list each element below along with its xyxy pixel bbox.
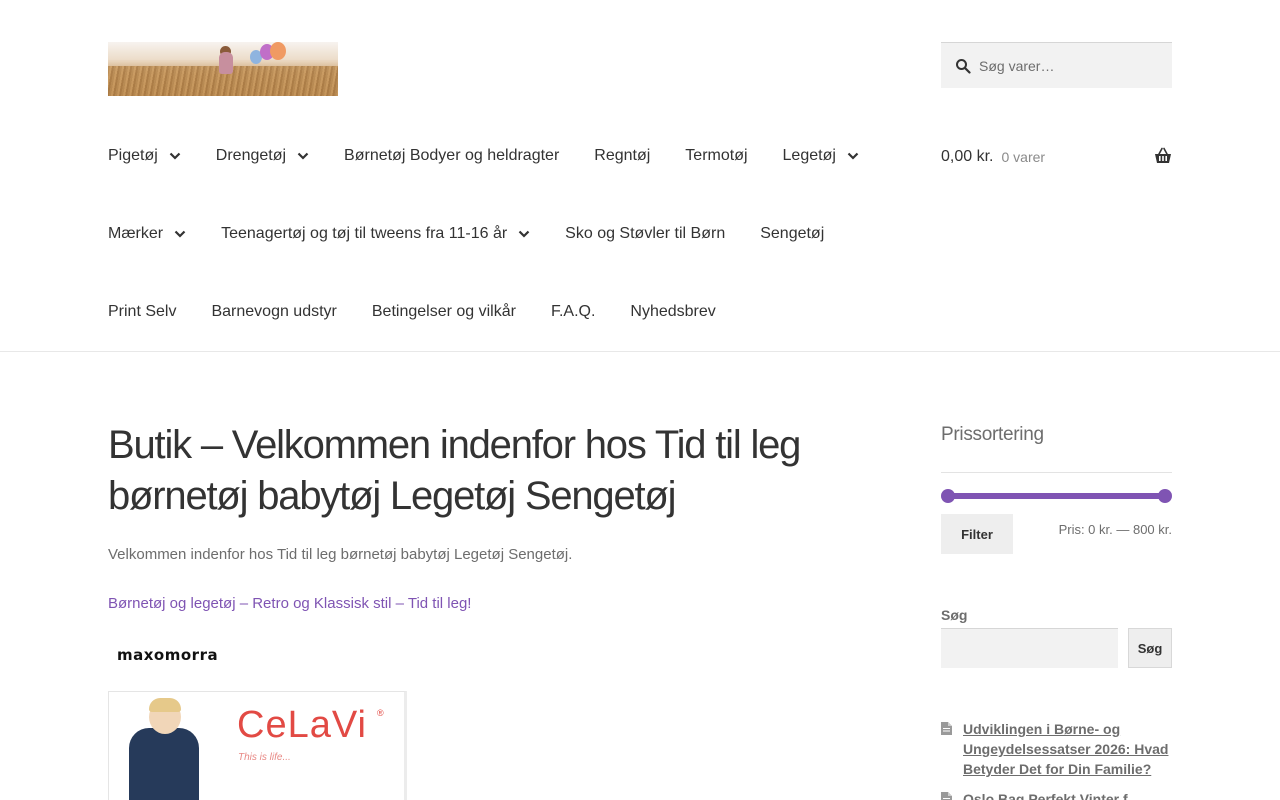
primary-navigation: Pigetøj Drengetøj Børnetøj Bodyer og heldr…: [108, 117, 908, 351]
nav-item-label: Mærker: [108, 225, 164, 242]
nav-item[interactable]: Termotøj: [685, 147, 747, 165]
recent-post-item: Oslo Bag Perfekt Vinter f...: [941, 789, 1172, 800]
header-divider: [0, 351, 1280, 352]
nav-item-label: Print Selv: [108, 303, 177, 320]
nav-item-label: Sko og Støvler til Børn: [565, 225, 726, 242]
nav-item[interactable]: Børnetøj Bodyer og heldragter: [344, 147, 559, 165]
maxomorra-logo-text: maxomorra: [117, 646, 218, 664]
nav-item[interactable]: F.A.Q.: [551, 303, 595, 321]
recent-posts: Udviklingen i Børne- og Ungeydelsessatse…: [941, 719, 1172, 800]
site-logo[interactable]: [108, 42, 338, 96]
banner-child-hair: [149, 698, 181, 712]
chevron-down-icon[interactable]: [297, 152, 309, 160]
chevron-down-icon[interactable]: [847, 152, 859, 160]
logo-child: [219, 52, 233, 74]
nav-item-label: Betingelser og vilkår: [371, 303, 516, 320]
retro-classic-link[interactable]: Børnetøj og legetøj – Retro og Klassisk …: [108, 595, 471, 612]
nav-item[interactable]: Legetøj: [783, 147, 859, 165]
nav-item-label: F.A.Q.: [550, 303, 596, 320]
nav-item[interactable]: Print Selv: [108, 303, 176, 321]
sidebar-search-input[interactable]: [941, 628, 1118, 668]
basket-icon[interactable]: [1154, 147, 1172, 165]
nav-item-label: Teenagertøj og tøj til tweens fra 11-16 …: [221, 225, 508, 242]
nav-item[interactable]: Pigetøj: [108, 147, 181, 165]
nav-row: Mærker Teenagertøj og tøj til tweens fra …: [108, 195, 908, 273]
page-title: Butik – Velkommen indenfor hos Tid til l…: [108, 423, 801, 518]
document-icon: [941, 722, 952, 735]
price-filter-title: Prissortering: [941, 424, 1044, 445]
nav-item[interactable]: Teenagertøj og tøj til tweens fra 11-16 …: [221, 225, 530, 243]
nav-item[interactable]: Nyhedsbrev: [630, 303, 715, 321]
nav-item-label: Termotøj: [685, 147, 748, 164]
celavi-tagline: This is life...: [238, 752, 291, 763]
price-range-track: [947, 493, 1166, 499]
nav-item-label: Pigetøj: [108, 147, 158, 164]
nav-item[interactable]: Regntøj: [594, 147, 650, 165]
widget-divider: [941, 472, 1172, 473]
banner-child-raincoat: [129, 728, 199, 800]
nav-item[interactable]: Barnevogn udstyr: [211, 303, 336, 321]
filter-button[interactable]: Filter: [941, 514, 1013, 554]
intro-text: Velkommen indenfor hos Tid til leg børne…: [108, 546, 573, 563]
document-icon: [941, 792, 952, 800]
search-icon: [956, 58, 971, 74]
cart-count: 0 varer: [1001, 149, 1046, 165]
nav-row: Pigetøj Drengetøj Børnetøj Bodyer og heldr…: [108, 117, 908, 195]
nav-item-label: Sengetøj: [760, 225, 825, 242]
sidebar-search-label: Søg: [941, 607, 968, 623]
chevron-down-icon[interactable]: [518, 230, 530, 238]
recent-post-link[interactable]: Udviklingen i Børne- og Ungeydelsessatse…: [963, 719, 1172, 779]
product-search-box: [941, 42, 1172, 88]
recent-post-link[interactable]: Oslo Bag Perfekt Vinter f...: [963, 789, 1172, 800]
price-max-handle[interactable]: [1158, 489, 1172, 503]
price-range-label: Pris: 0 kr. — 800 kr.: [1058, 522, 1172, 537]
nav-item[interactable]: Mærker: [108, 225, 186, 243]
chevron-down-icon[interactable]: [174, 230, 186, 238]
nav-item-label: Børnetøj Bodyer og heldragter: [344, 147, 560, 164]
header-cart[interactable]: 0,00 kr. 0 varer: [941, 146, 1172, 168]
price-range-slider[interactable]: [941, 489, 1172, 503]
nav-item[interactable]: Drengetøj: [216, 147, 309, 165]
nav-item-label: Legetøj: [782, 147, 836, 164]
nav-item[interactable]: Betingelser og vilkår: [372, 303, 516, 321]
celavi-brand: CeLaVi: [237, 704, 367, 746]
nav-item-label: Regntøj: [594, 147, 651, 164]
product-search-input[interactable]: [979, 57, 1159, 74]
celavi-reg-mark: ®: [377, 708, 384, 718]
cart-amount: 0,00 kr.: [941, 148, 994, 165]
nav-item-label: Drengetøj: [215, 147, 287, 164]
nav-row: Print Selv Barnevogn udstyr Betingelser og…: [108, 273, 908, 351]
logo-balloon: [270, 42, 286, 60]
price-min-handle[interactable]: [941, 489, 955, 503]
nav-item-label: Barnevogn udstyr: [211, 303, 337, 320]
celavi-banner[interactable]: CeLaVi ® This is life...: [108, 691, 407, 800]
nav-item[interactable]: Sengetøj: [760, 225, 824, 243]
maxomorra-logo[interactable]: maxomorra: [117, 646, 225, 664]
sidebar-search-button[interactable]: Søg: [1128, 628, 1172, 668]
nav-item-label: Nyhedsbrev: [630, 303, 716, 320]
nav-item[interactable]: Sko og Støvler til Børn: [565, 225, 725, 243]
recent-post-item: Udviklingen i Børne- og Ungeydelsessatse…: [941, 719, 1172, 779]
chevron-down-icon[interactable]: [169, 152, 181, 160]
